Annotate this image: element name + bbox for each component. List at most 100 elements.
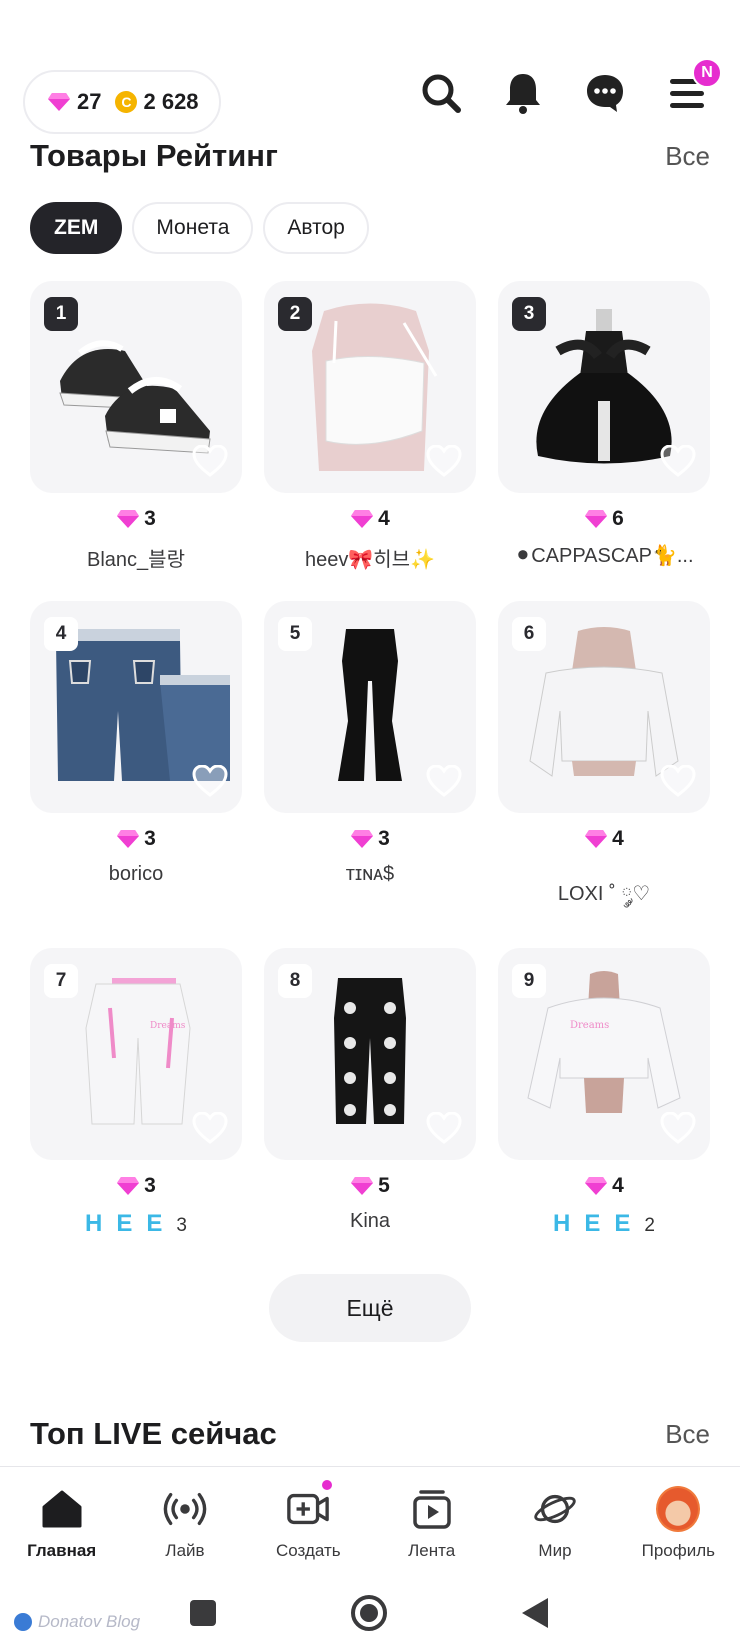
product-item[interactable]: 6 4 LOXI ˚ ༘♡ [498,601,710,927]
product-item[interactable]: Dreams 7 3 HEE3 [30,948,242,1238]
coin-count: 2 628 [143,89,199,114]
product-item[interactable]: 4 3 borico [30,601,242,886]
product-item[interactable]: 2 4 heev🎀히브✨ [264,281,476,572]
heart-icon[interactable] [660,1112,696,1144]
nav-create[interactable]: Создать [247,1467,370,1576]
rank-badge: 3 [512,297,546,331]
home-button-icon[interactable] [350,1594,388,1632]
svg-text:Dreams: Dreams [570,1020,609,1031]
nav-label: Лента [408,1541,456,1560]
author-name[interactable]: Blanc_블랑 [30,543,242,572]
author-name[interactable]: ᴛɪɴᴀ$ [264,863,476,886]
author-name-stylized: HEE [85,1210,177,1237]
heart-icon[interactable] [660,445,696,477]
rank-badge: 1 [44,297,78,331]
product-card[interactable]: Dreams 7 [30,948,242,1160]
product-card[interactable]: 8 [264,948,476,1160]
filter-chip-author[interactable]: Автор [263,202,369,254]
product-card[interactable]: 1 [30,281,242,493]
coin-icon: C [115,91,138,113]
nav-live[interactable]: Лайв [123,1467,246,1576]
author-name[interactable]: borico [30,863,242,886]
gem-icon [351,510,374,528]
svg-text:Dreams: Dreams [150,1021,186,1031]
price-value: 4 [378,507,390,530]
author-name-stylized: HEE [553,1210,645,1237]
author-name-suffix: 3 [176,1215,187,1236]
nav-home[interactable]: Главная [0,1467,123,1576]
author-name[interactable]: HEE3 [30,1210,242,1238]
notification-dot [321,1480,332,1490]
product-item[interactable]: 3 6 ⚫CAPPASCAP🐈... [498,281,710,568]
price: 3 [30,1174,242,1198]
product-card[interactable]: 5 [264,601,476,813]
product-card[interactable]: 3 [498,281,710,493]
top-bar: 27 C 2 628 N [0,58,740,142]
author-name[interactable]: HEE2 [498,1210,710,1238]
section-title: Топ LIVE сейчас [30,1416,277,1451]
filter-chip-coin[interactable]: Монета [132,202,254,254]
price-value: 4 [612,1174,624,1197]
price: 6 [498,507,710,531]
heart-icon[interactable] [426,765,462,797]
planet-icon [533,1487,577,1531]
price-value: 6 [612,507,624,530]
chat-icon[interactable] [582,70,628,116]
heart-icon[interactable] [660,765,696,797]
feed-icon [410,1487,454,1531]
price: 5 [264,1174,476,1198]
bottom-nav: Главная Лайв Создать Лента Мир Профиль [0,1466,740,1576]
author-name-suffix: 2 [644,1215,655,1236]
nav-label: Главная [27,1541,97,1560]
author-name[interactable]: ⚫CAPPASCAP🐈... [498,543,710,568]
products-section-header: Товары Рейтинг Все [30,138,710,174]
watermark: Donatov Blog [14,1612,140,1632]
gem-icon [48,93,70,111]
nav-profile[interactable]: Профиль [617,1467,740,1576]
gem-icon [117,830,140,848]
heart-icon[interactable] [192,765,228,797]
product-card[interactable]: 6 [498,601,710,813]
price: 4 [498,1174,710,1198]
menu-icon[interactable]: N [664,58,722,116]
bell-icon[interactable] [500,70,546,116]
search-icon[interactable] [418,70,464,116]
heart-icon[interactable] [426,1112,462,1144]
filter-chip-zem[interactable]: ZEM [30,202,123,254]
create-icon [286,1487,330,1531]
see-all-link[interactable]: Все [665,141,710,172]
gem-icon [585,510,608,528]
avatar [656,1486,701,1532]
rank-badge: 4 [44,617,78,651]
price-value: 3 [144,1174,156,1197]
product-card[interactable]: 2 [264,281,476,493]
price-value: 5 [378,1174,390,1197]
rank-badge: 7 [44,964,78,998]
rank-badge: 9 [512,964,546,998]
product-item[interactable]: 5 3 ᴛɪɴᴀ$ [264,601,476,886]
product-item[interactable]: Dreams 9 4 HEE2 [498,948,710,1238]
heart-icon[interactable] [426,445,462,477]
nav-world[interactable]: Мир [493,1467,616,1576]
price-value: 3 [144,827,156,850]
author-name[interactable]: LOXI ˚ ༘♡ [498,871,710,927]
more-button[interactable]: Ещё [269,1274,471,1342]
live-icon [163,1487,207,1531]
wallet-balance[interactable]: 27 C 2 628 [23,70,221,134]
back-icon[interactable] [520,1596,550,1630]
recent-apps-icon[interactable] [188,1598,218,1628]
heart-icon[interactable] [192,1112,228,1144]
product-item[interactable]: 1 3 Blanc_블랑 [30,281,242,572]
heart-icon[interactable] [192,445,228,477]
product-card[interactable]: 4 [30,601,242,813]
see-all-link[interactable]: Все [665,1419,710,1450]
filter-chips: ZEM Монета Автор [30,202,369,254]
nav-feed[interactable]: Лента [370,1467,493,1576]
gem-icon [117,510,140,528]
product-item[interactable]: 8 5 Kina [264,948,476,1233]
rank-badge: 2 [278,297,312,331]
author-name[interactable]: heev🎀히브✨ [264,543,476,572]
product-card[interactable]: Dreams 9 [498,948,710,1160]
menu-badge: N [692,58,722,88]
author-name[interactable]: Kina [264,1210,476,1233]
